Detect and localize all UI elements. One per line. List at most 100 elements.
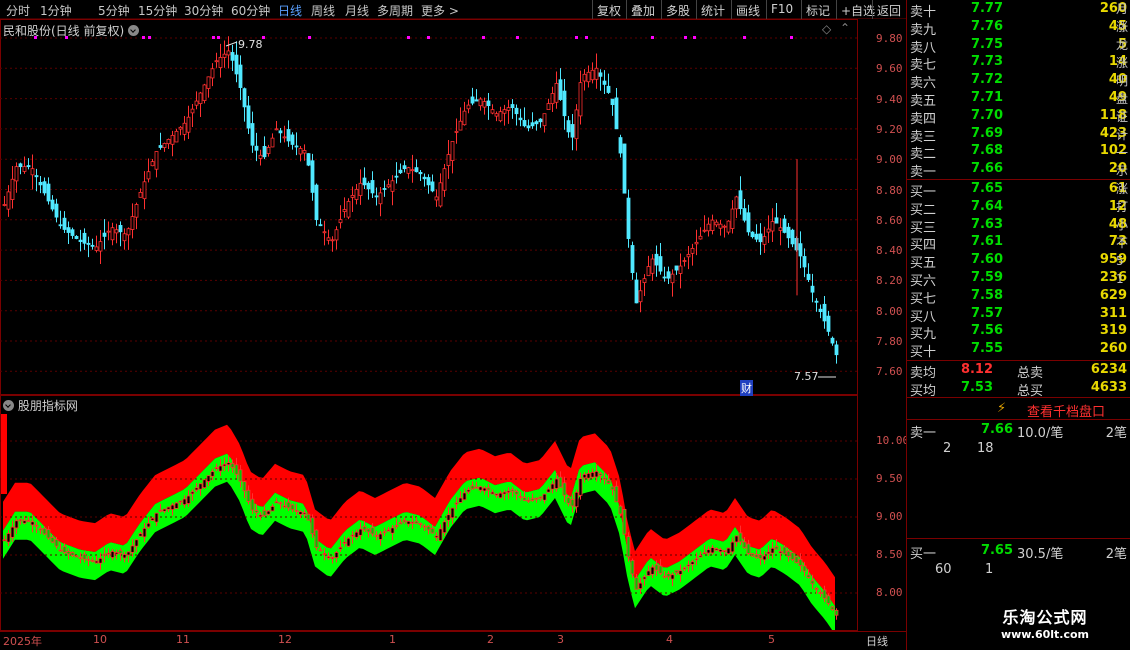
period-tab-1min[interactable]: 1分钟 [40,2,72,19]
ask-row[interactable]: 卖六 7.72 40 [907,72,1130,91]
candle-body [478,98,483,107]
avg-buy-row: 买均 7.53 总买 4633 [907,380,1130,399]
back-button[interactable]: 返回 [872,0,905,19]
indicator-body [90,559,95,562]
ask-level-label: 卖七 [910,58,937,74]
candle-body [18,163,23,168]
bid-row[interactable]: 买十 7.55 260 [907,341,1130,360]
period-tab-15min[interactable]: 15分钟 [138,2,177,19]
multi-stock-button[interactable]: 多股 [661,0,694,19]
bid-row[interactable]: 买九 7.56 319 [907,323,1130,342]
period-tab-monthly[interactable]: 月线 [345,2,369,19]
bid-row[interactable]: 买八 7.57 311 [907,306,1130,325]
candlestick-chart[interactable] [0,20,858,394]
low-price-label: 7.57 [794,370,819,383]
mark-button[interactable]: 标记 [801,0,834,19]
bid-row[interactable]: 买三 7.63 48 [907,217,1130,236]
candle-body [62,217,67,230]
indicator-body [810,580,815,585]
bid-level-label: 买六 [910,274,937,289]
period-tab-30min[interactable]: 30分钟 [184,2,223,19]
bid-row[interactable]: 买七 7.58 629 [907,288,1130,307]
indicator-body [362,526,367,531]
draw-line-button[interactable]: 画线 [731,0,764,19]
indicator-body [786,550,791,557]
bid-level-label: 买五 [910,256,937,272]
period-tab-daily[interactable]: 日线 [278,2,302,19]
thousand-level-link[interactable]: 查看千档盘口 [1027,401,1105,420]
diamond-icon[interactable]: ◇ [822,22,831,36]
ask-row[interactable]: 卖八 7.75 5 [907,37,1130,56]
candle-body [354,188,359,200]
candle-body [346,201,351,218]
sell1-detail-row: 卖一 7.66 10.0/笔 2笔 [907,422,1130,441]
indicator-body [278,502,283,505]
period-tab-multi[interactable]: 多周期 [377,2,413,19]
period-tab-more[interactable]: 更多 > [421,2,459,19]
candle-body [378,192,383,205]
stats-button[interactable]: 统计 [696,0,729,19]
candle-body [466,104,471,110]
ask-row[interactable]: 卖十 7.77 260 [907,1,1130,20]
ask-row[interactable]: 卖四 7.70 118 [907,108,1130,127]
chevron-down-icon[interactable] [128,25,140,36]
ask-row[interactable]: 卖三 7.69 423 [907,126,1130,145]
indicator-body [26,519,31,522]
candle-body [738,190,743,209]
indicator-body [754,554,759,558]
scroll-up-icon[interactable]: ⌃ [840,21,850,35]
f10-button[interactable]: F10 [766,0,797,19]
candle-body [586,71,591,83]
bid-row[interactable]: 买五 7.60 959 [907,252,1130,272]
indicator-body [202,479,207,489]
indicator-chart[interactable] [0,396,858,630]
candle-body [426,177,431,186]
ask-row[interactable]: 卖一 7.66 20 [907,161,1130,180]
candle-body [298,148,303,155]
candle-body [754,233,759,240]
sell1-order: 18 [977,441,994,456]
ask-row[interactable]: 卖二 7.68 102 [907,143,1130,162]
overlay-button[interactable]: 叠加 [626,0,659,19]
adjust-button[interactable]: 复权 [592,0,625,19]
x-label-nov: 11 [176,633,190,646]
ask-row[interactable]: 卖九 7.76 45 [907,19,1130,38]
buy1-orders-row: 60 1 [907,562,1130,580]
period-tab-5min[interactable]: 5分钟 [98,2,130,19]
bid-row[interactable]: 买四 7.61 73 [907,234,1130,253]
y-axis-tick: 8.20 [876,274,903,288]
indicator-body [110,551,115,558]
finance-badge[interactable]: 财 [740,380,753,396]
indicator-body [674,570,679,574]
period-tab-weekly[interactable]: 周线 [311,2,335,19]
candle-body [30,168,35,176]
ask-price: 7.68 [970,143,1004,159]
indicator-body [358,528,363,536]
candle-body [786,226,791,239]
indicator-body [234,464,239,475]
ask-row[interactable]: 卖五 7.71 49 [907,90,1130,109]
y-axis-tick: 8.80 [876,183,903,197]
bid-row[interactable]: 买六 7.59 236 [907,270,1130,289]
indicator-body [462,492,467,501]
period-tab-intraday[interactable]: 分时 [6,2,30,19]
period-tab-60min[interactable]: 60分钟 [231,2,270,19]
sell1-label: 卖一 [910,426,937,441]
candle-body [454,130,459,133]
ask-row[interactable]: 卖七 7.73 14 [907,54,1130,74]
candle-body [2,204,7,206]
indicator-body [382,531,387,534]
bid-row[interactable]: 买二 7.64 12 [907,199,1130,218]
indicator-body [422,525,427,528]
indicator-body [666,573,671,578]
candle-body [38,181,43,186]
candle-body [650,258,655,274]
chevron-down-icon[interactable] [3,400,14,411]
indicator-body [794,556,799,563]
candle-body [766,228,771,233]
indicator-body [554,478,559,489]
indicator-body [454,502,459,505]
period-indicator[interactable]: 日线 [866,633,888,649]
bid-row[interactable]: 买一 7.65 61 [907,181,1130,200]
indicator-body [222,463,227,467]
